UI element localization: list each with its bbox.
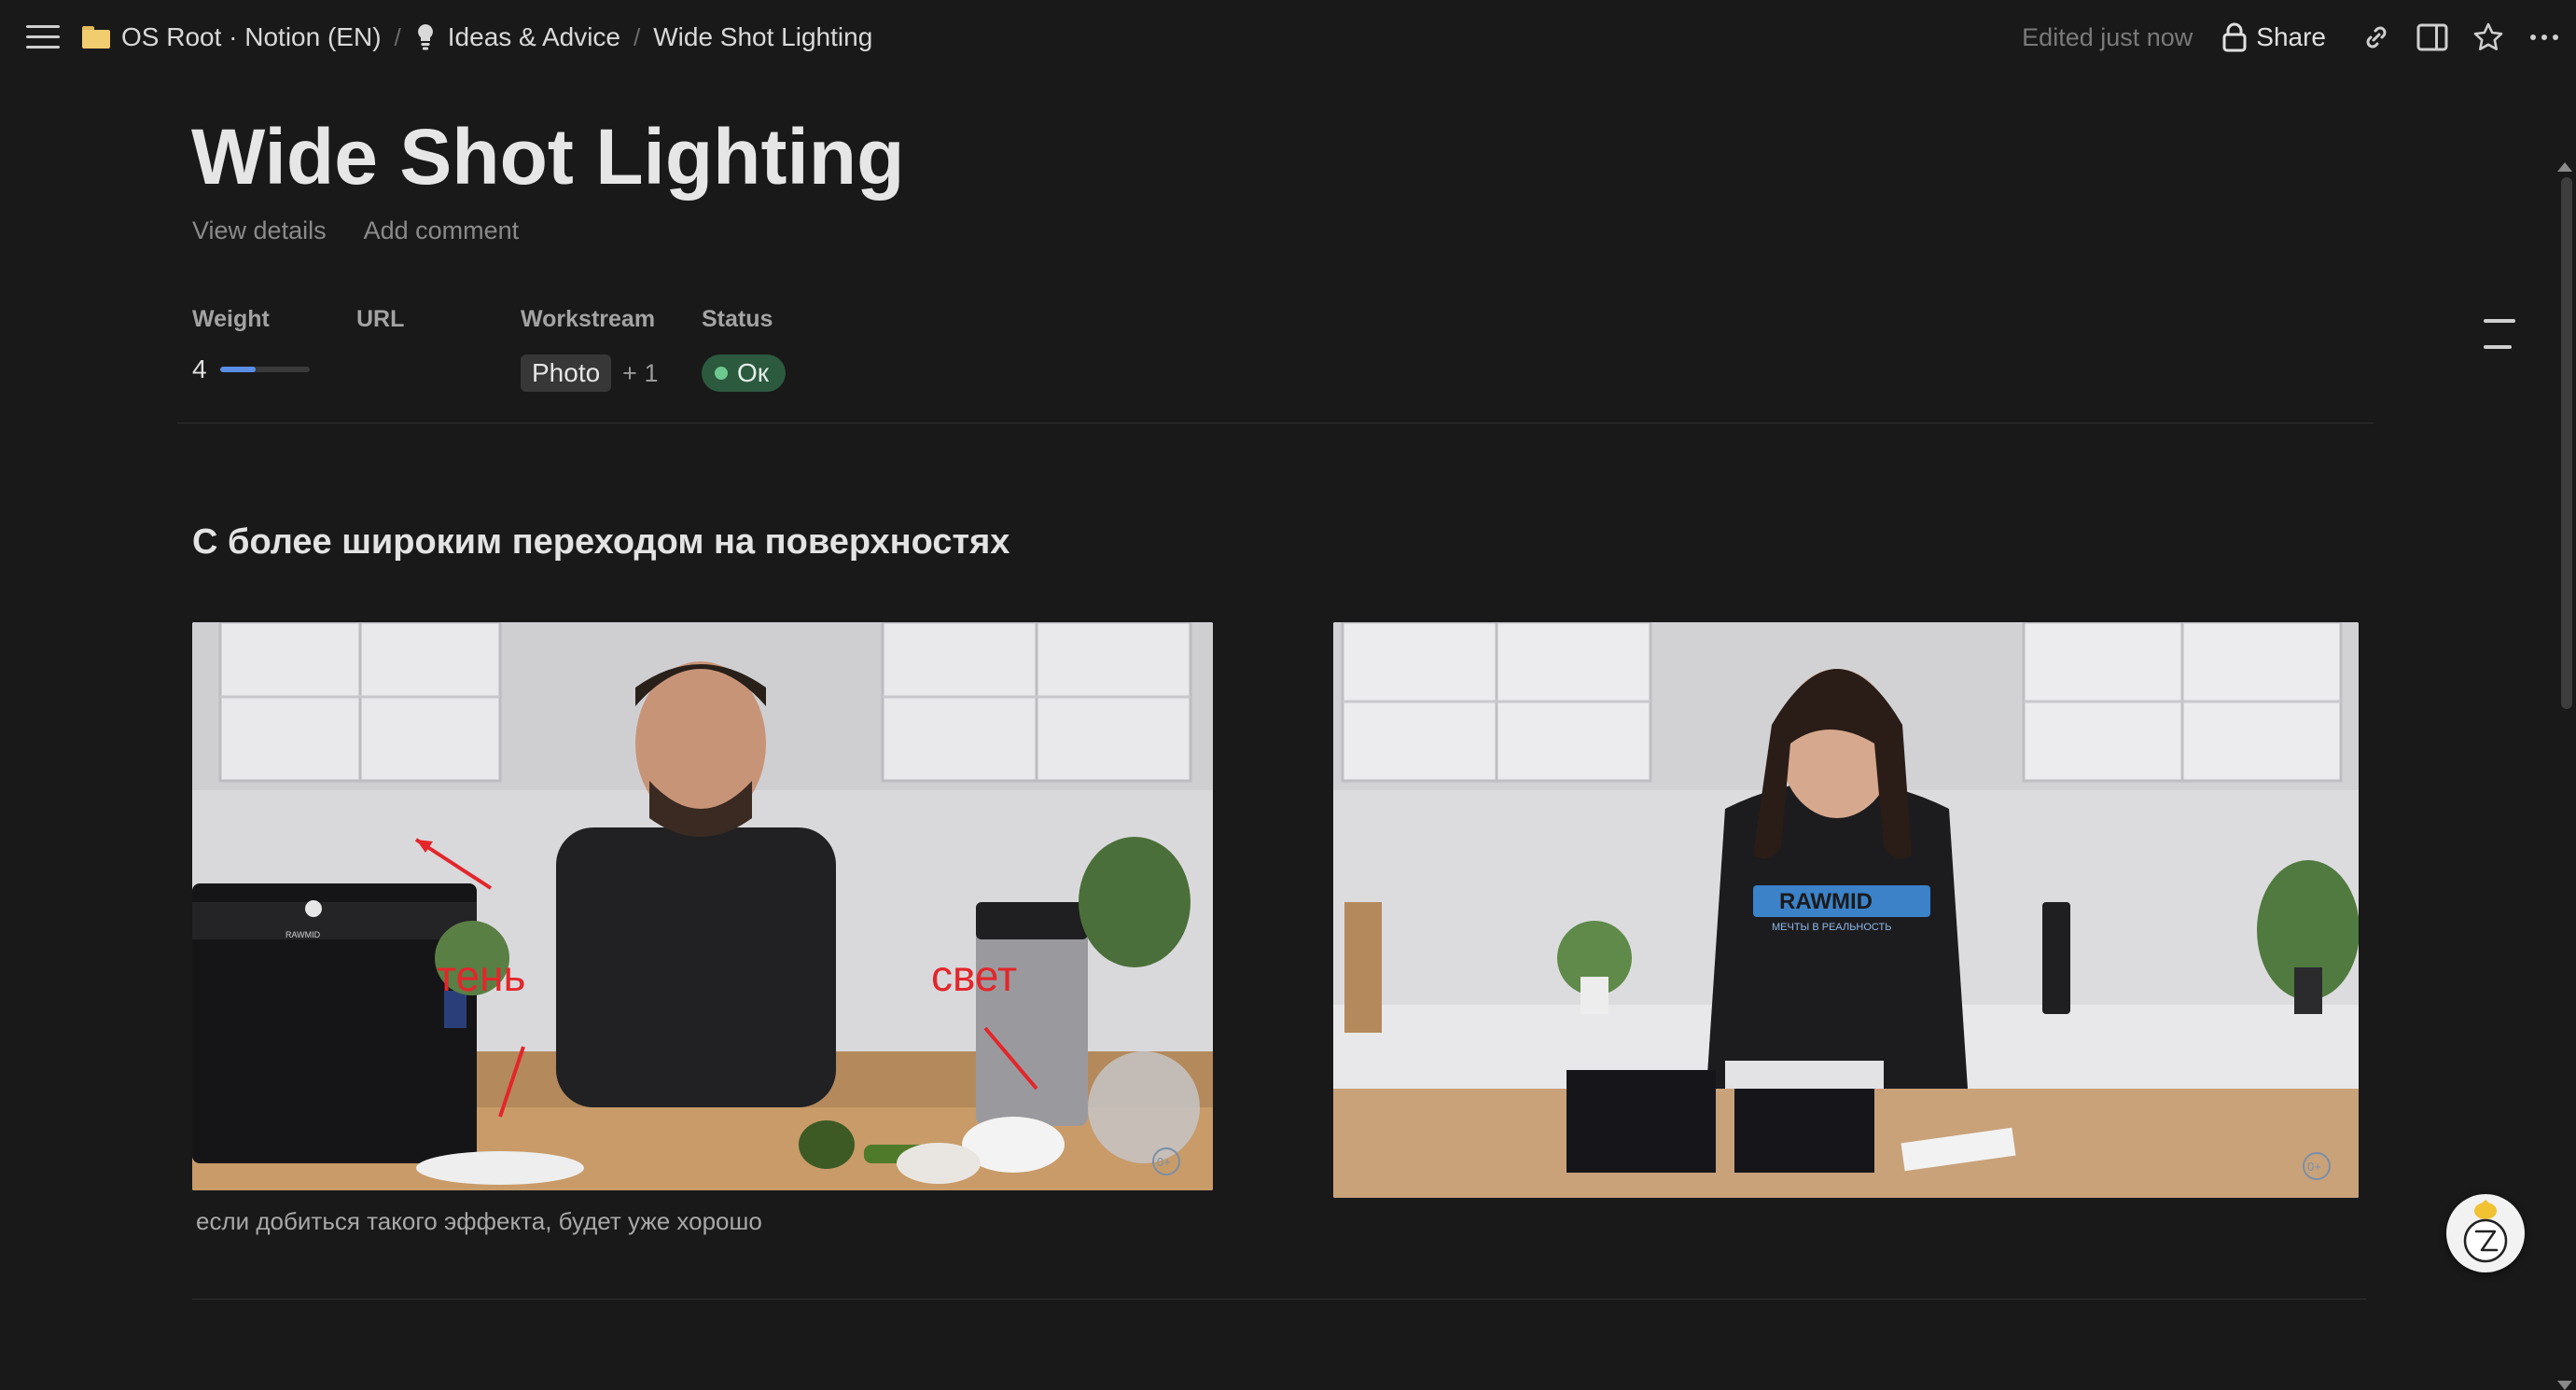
breadcrumb: OS Root · Notion (EN) / Ideas & Advice /… — [82, 19, 872, 56]
content-divider — [192, 1299, 2366, 1300]
star-icon[interactable] — [2472, 21, 2505, 54]
property-workstream[interactable]: Workstream Photo + 1 — [521, 306, 658, 392]
property-label: Workstream — [521, 306, 656, 332]
share-label: Share — [2256, 22, 2326, 51]
weight-value: 4 — [192, 354, 207, 383]
lightbulb-icon — [417, 24, 433, 50]
breadcrumb-label: Ideas & Advice — [447, 22, 620, 51]
scroll-down-arrow[interactable] — [2557, 1381, 2572, 1390]
page-title[interactable]: Wide Shot Lighting — [191, 110, 904, 203]
image-woman-kitchen[interactable]: RAWMID МЕЧТЫ В РЕАЛЬНОСТЬ 0+ — [1333, 622, 2359, 1198]
scroll-up-arrow[interactable] — [2557, 162, 2572, 172]
folder-icon — [82, 26, 110, 49]
share-button[interactable]: Share — [2222, 22, 2326, 52]
workstream-more-count[interactable]: + 1 — [622, 359, 658, 388]
weight-progress-bar — [219, 367, 310, 372]
brand-label: RAWMID — [285, 930, 321, 939]
image-caption[interactable]: если добиться такого эффекта, будет уже … — [196, 1207, 762, 1236]
status-badge[interactable]: Ок — [702, 354, 787, 392]
annotation-light: свет — [931, 952, 1017, 1000]
scrollbar[interactable] — [2555, 76, 2576, 1390]
header-tools: Edited just now Share — [2022, 17, 2576, 58]
property-status[interactable]: Status Ок — [702, 306, 787, 392]
chef-photo-illustration: тень свет RAWMID 0+ — [192, 622, 1213, 1190]
top-bar: OS Root · Notion (EN) / Ideas & Advice /… — [0, 0, 2576, 76]
side-panel-icon[interactable] — [2416, 21, 2449, 54]
breadcrumb-separator: / — [394, 22, 401, 51]
property-url[interactable]: URL — [356, 306, 404, 333]
status-dot-icon — [715, 367, 728, 380]
link-icon[interactable] — [2360, 21, 2393, 54]
age-badge: 0+ — [2307, 1160, 2321, 1174]
more-options-icon[interactable] — [2527, 21, 2561, 54]
status-label: Ок — [737, 358, 770, 387]
page-meta-actions: View details Add comment — [192, 216, 519, 245]
help-assistant-button[interactable] — [2446, 1194, 2525, 1272]
property-value[interactable]: Photo + 1 — [521, 354, 658, 392]
scroll-thumb[interactable] — [2561, 177, 2572, 709]
table-of-contents-icon[interactable] — [2484, 317, 2515, 354]
shirt-brand: RAWMID — [1779, 889, 1873, 914]
shirt-slogan: МЕЧТЫ В РЕАЛЬНОСТЬ — [1772, 922, 1891, 933]
assistant-icon — [2463, 1200, 2508, 1263]
breadcrumb-item-os-root[interactable]: OS Root · Notion (EN) — [82, 22, 382, 52]
property-label: Status — [702, 306, 773, 332]
menu-icon[interactable] — [26, 23, 60, 51]
property-value[interactable]: 4 — [192, 354, 310, 384]
properties-divider — [177, 423, 2374, 424]
weight-progress-fill — [219, 367, 256, 372]
breadcrumb-label: Wide Shot Lighting — [653, 22, 873, 51]
age-badge: 0+ — [1157, 1155, 1171, 1169]
woman-photo-illustration: RAWMID МЕЧТЫ В РЕАЛЬНОСТЬ 0+ — [1333, 622, 2359, 1198]
view-details-link[interactable]: View details — [192, 216, 327, 245]
annotation-shadow: тень — [437, 952, 526, 1000]
breadcrumb-item-current[interactable]: Wide Shot Lighting — [653, 22, 872, 52]
breadcrumb-separator: / — [634, 22, 641, 51]
breadcrumb-item-ideas[interactable]: Ideas & Advice — [414, 22, 620, 52]
property-label: Weight — [192, 306, 270, 332]
property-value[interactable]: Ок — [702, 354, 787, 392]
edited-status: Edited just now — [2022, 22, 2193, 51]
property-label: URL — [356, 306, 405, 332]
breadcrumb-label: OS Root · Notion (EN) — [121, 22, 382, 51]
section-heading[interactable]: С более широким переходом на поверхностя… — [192, 522, 1010, 563]
property-weight[interactable]: Weight 4 — [192, 306, 310, 383]
image-chef-kitchen[interactable]: тень свет RAWMID 0+ — [192, 622, 1213, 1190]
workstream-tag[interactable]: Photo — [521, 354, 612, 392]
lock-icon — [2222, 22, 2247, 52]
add-comment-link[interactable]: Add comment — [364, 216, 520, 245]
